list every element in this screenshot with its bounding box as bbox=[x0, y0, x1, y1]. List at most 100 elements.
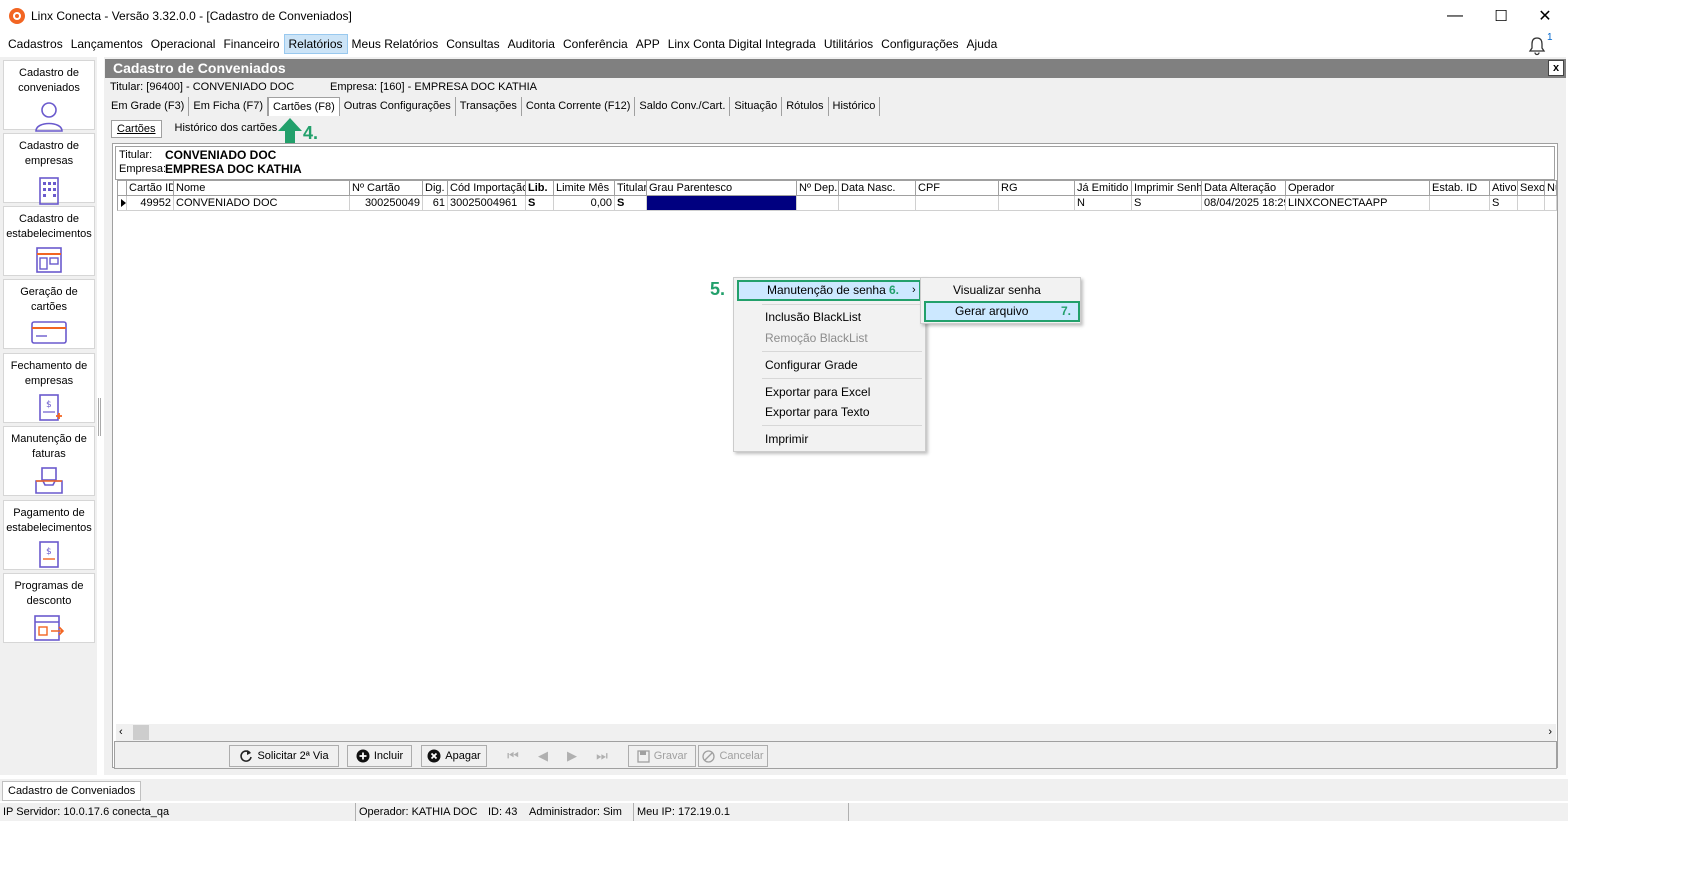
menu-ajuda[interactable]: Ajuda bbox=[963, 34, 1002, 54]
sidebar-item-cadastro-estabelecimentos[interactable]: Cadastro de estabelecimentos bbox=[3, 206, 95, 276]
menu-cadastros[interactable]: Cadastros bbox=[4, 34, 67, 54]
menu-relatorios[interactable]: Relatórios bbox=[283, 34, 348, 54]
solicitar-2via-button[interactable]: Solicitar 2ª Via bbox=[229, 745, 339, 767]
last-record-icon[interactable]: ⏭ bbox=[593, 747, 611, 765]
col-header-grau-parentesco[interactable]: Grau Parentesco bbox=[647, 180, 797, 196]
col-header-dig[interactable]: Dig. bbox=[423, 180, 448, 196]
table-cell[interactable]: 08/04/2025 18:29 bbox=[1202, 196, 1286, 211]
menu-item-configurar-grade[interactable]: Configurar Grade bbox=[737, 355, 923, 375]
sidebar-item-manutencao-faturas[interactable]: Manutenção de faturas bbox=[3, 426, 95, 496]
col-header-nu[interactable]: Nu bbox=[1545, 180, 1557, 196]
subtab-cartoes[interactable]: Cartões bbox=[111, 120, 162, 138]
tab-conta-corrente[interactable]: Conta Corrente (F12) bbox=[522, 97, 636, 116]
minimize-button[interactable]: — bbox=[1432, 0, 1478, 31]
menu-item-exportar-texto[interactable]: Exportar para Texto bbox=[737, 402, 923, 422]
table-cell[interactable]: 61 bbox=[423, 196, 448, 211]
menu-operacional[interactable]: Operacional bbox=[147, 34, 220, 54]
incluir-button[interactable]: Incluir bbox=[347, 745, 412, 767]
tab-em-grade[interactable]: Em Grade (F3) bbox=[107, 97, 190, 116]
table-cell[interactable]: LINXCONECTAAPP bbox=[1286, 196, 1430, 211]
table-cell[interactable]: S bbox=[1490, 196, 1518, 211]
tab-historico[interactable]: Histórico bbox=[829, 97, 881, 116]
table-cell[interactable]: S bbox=[526, 196, 554, 211]
menu-item-exportar-excel[interactable]: Exportar para Excel bbox=[737, 382, 923, 402]
table-cell[interactable] bbox=[1518, 196, 1545, 211]
menu-item-gerar-arquivo[interactable]: Gerar arquivo 7. bbox=[924, 301, 1080, 322]
sidebar-item-programas-desconto[interactable]: Programas de desconto bbox=[3, 573, 95, 643]
col-header-operador[interactable]: Operador bbox=[1286, 180, 1430, 196]
menu-item-visualizar-senha[interactable]: Visualizar senha bbox=[924, 280, 1078, 300]
apagar-button[interactable]: Apagar bbox=[421, 745, 487, 767]
sidebar-item-fechamento-empresas[interactable]: Fechamento de empresas $ bbox=[3, 353, 95, 423]
tab-em-ficha[interactable]: Em Ficha (F7) bbox=[189, 97, 269, 116]
col-header-estab-id[interactable]: Estab. ID bbox=[1430, 180, 1490, 196]
table-cell[interactable]: S bbox=[1132, 196, 1202, 211]
prev-record-icon[interactable]: ◀ bbox=[534, 747, 552, 765]
menu-consultas[interactable]: Consultas bbox=[442, 34, 503, 54]
table-cell[interactable] bbox=[839, 196, 916, 211]
col-header-cpf[interactable]: CPF bbox=[916, 180, 999, 196]
cancelar-button[interactable]: Cancelar bbox=[698, 745, 768, 767]
tab-situacao[interactable]: Situação bbox=[730, 97, 783, 116]
gravar-button[interactable]: Gravar bbox=[628, 745, 696, 767]
menu-item-manutencao-senha[interactable]: Manutenção de senha 6. › bbox=[737, 280, 921, 301]
table-cell[interactable]: 0,00 bbox=[554, 196, 615, 211]
col-header-titular[interactable]: Titular bbox=[615, 180, 647, 196]
col-header-imprimir-senha[interactable]: Imprimir Senha bbox=[1132, 180, 1202, 196]
col-header-rg[interactable]: RG bbox=[999, 180, 1075, 196]
menu-linx-conta-digital[interactable]: Linx Conta Digital Integrada bbox=[664, 34, 820, 54]
sidebar-item-cadastro-empresas[interactable]: Cadastro de empresas bbox=[3, 133, 95, 205]
bell-icon[interactable] bbox=[1527, 36, 1547, 56]
sidebar-item-cadastro-conveniados[interactable]: Cadastro de conveniados bbox=[3, 60, 95, 132]
menu-meus-relatorios[interactable]: Meus Relatórios bbox=[348, 34, 443, 54]
col-header-nome[interactable]: Nome bbox=[174, 180, 350, 196]
col-header-sexo[interactable]: Sexo bbox=[1518, 180, 1545, 196]
menu-item-remocao-blacklist[interactable]: Remoção BlackList bbox=[737, 328, 923, 348]
col-header-lib[interactable]: Lib. bbox=[526, 180, 554, 196]
row-indicator[interactable] bbox=[117, 196, 127, 211]
table-cell[interactable]: S bbox=[615, 196, 647, 211]
maximize-button[interactable]: ☐ bbox=[1478, 0, 1524, 31]
tab-transacoes[interactable]: Transações bbox=[456, 97, 522, 116]
first-record-icon[interactable]: ⏮ bbox=[504, 747, 522, 765]
horizontal-scrollbar[interactable]: ‹ › bbox=[116, 724, 1556, 741]
menu-item-imprimir[interactable]: Imprimir bbox=[737, 429, 923, 449]
table-cell[interactable]: CONVENIADO DOC bbox=[174, 196, 350, 211]
tab-outras-configuracoes[interactable]: Outras Configurações bbox=[340, 97, 456, 116]
selected-cell-grau-parentesco[interactable] bbox=[647, 196, 797, 211]
table-cell[interactable] bbox=[1430, 196, 1490, 211]
scroll-left-icon[interactable]: ‹ bbox=[119, 724, 123, 741]
table-cell[interactable]: 300250049 bbox=[350, 196, 423, 211]
col-header-cartao-id[interactable]: Cartão ID bbox=[127, 180, 174, 196]
menu-utilitarios[interactable]: Utilitários bbox=[820, 34, 877, 54]
tab-saldo-conv-cart[interactable]: Saldo Conv./Cart. bbox=[635, 97, 731, 116]
menu-lancamentos[interactable]: Lançamentos bbox=[67, 34, 147, 54]
open-window-tab[interactable]: Cadastro de Conveniados bbox=[2, 781, 142, 801]
table-cell[interactable] bbox=[1545, 196, 1557, 211]
col-header-cod-importacao[interactable]: Cód Importação bbox=[448, 180, 526, 196]
sidebar-splitter[interactable] bbox=[98, 398, 101, 436]
tab-cartoes[interactable]: Cartões (F8) bbox=[268, 97, 340, 116]
subtab-historico-cartoes[interactable]: Histórico dos cartões bbox=[170, 120, 283, 138]
menu-auditoria[interactable]: Auditoria bbox=[504, 34, 559, 54]
scroll-thumb[interactable] bbox=[133, 725, 149, 740]
tab-rotulos[interactable]: Rótulos bbox=[782, 97, 829, 116]
col-header-n-dep[interactable]: Nº Dep. bbox=[797, 180, 839, 196]
form-close-button[interactable]: x bbox=[1548, 60, 1564, 76]
scroll-right-icon[interactable]: › bbox=[1548, 724, 1552, 741]
menu-conferencia[interactable]: Conferência bbox=[559, 34, 632, 54]
col-header-limite-mes[interactable]: Limite Mês bbox=[554, 180, 615, 196]
next-record-icon[interactable]: ▶ bbox=[563, 747, 581, 765]
menu-app[interactable]: APP bbox=[632, 34, 664, 54]
menu-financeiro[interactable]: Financeiro bbox=[219, 34, 283, 54]
col-header-ativo[interactable]: Ativo bbox=[1490, 180, 1518, 196]
table-cell[interactable] bbox=[797, 196, 839, 211]
menu-configuracoes[interactable]: Configurações bbox=[877, 34, 962, 54]
menu-item-inclusao-blacklist[interactable]: Inclusão BlackList bbox=[737, 307, 923, 327]
table-cell[interactable] bbox=[916, 196, 999, 211]
table-cell[interactable] bbox=[999, 196, 1075, 211]
sidebar-item-geracao-cartoes[interactable]: Geração de cartões bbox=[3, 279, 95, 349]
table-cell[interactable]: N bbox=[1075, 196, 1132, 211]
col-header-n-cartao[interactable]: Nº Cartão bbox=[350, 180, 423, 196]
col-header-ja-emitido[interactable]: Já Emitido bbox=[1075, 180, 1132, 196]
